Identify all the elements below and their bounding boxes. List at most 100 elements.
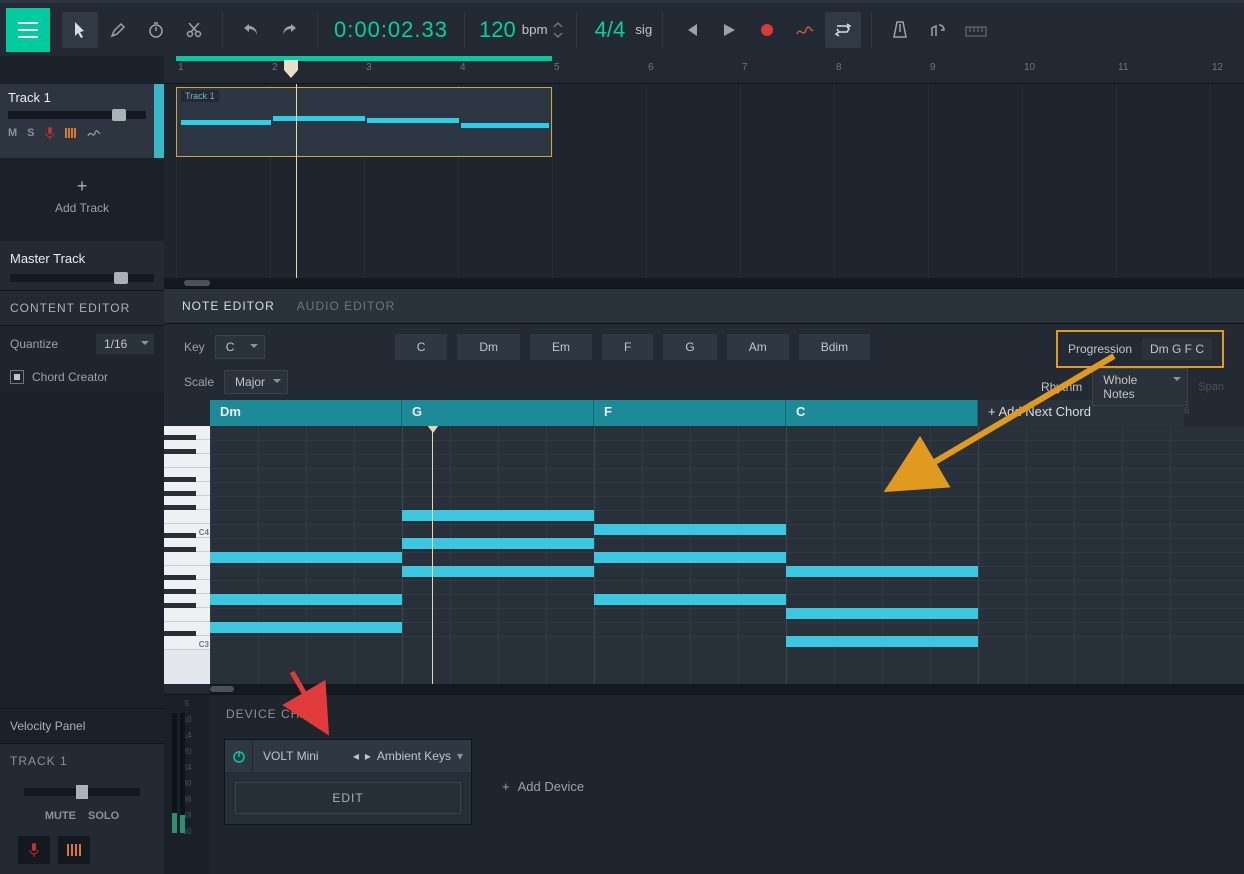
- midi-note[interactable]: [402, 510, 594, 521]
- chord-button[interactable]: Em: [530, 334, 592, 360]
- arrangement-area[interactable]: Track 1: [164, 84, 1244, 278]
- midi-note[interactable]: [402, 566, 594, 577]
- chord-button[interactable]: C: [395, 334, 448, 360]
- preset-name[interactable]: Ambient Keys: [377, 749, 451, 763]
- piano-keys[interactable]: C4 C3: [164, 426, 210, 684]
- midi-note[interactable]: [594, 552, 786, 563]
- tab-note-editor[interactable]: NOTE EDITOR: [182, 299, 275, 313]
- master-volume-slider[interactable]: [10, 274, 154, 282]
- track-solo-button[interactable]: SOLO: [88, 810, 119, 822]
- arrangement-scrollbar[interactable]: [164, 278, 1244, 288]
- ruler-tick: 2: [272, 62, 278, 73]
- track-mute-button[interactable]: MUTE: [45, 810, 76, 822]
- quantize-select[interactable]: 1/16: [96, 334, 154, 354]
- device-power-button[interactable]: [225, 740, 253, 772]
- track-solo[interactable]: S: [27, 127, 34, 139]
- play-button[interactable]: [711, 12, 747, 48]
- track-instrument-button[interactable]: [58, 836, 90, 864]
- ruler-tick: 3: [366, 62, 372, 73]
- key-label: Key: [184, 340, 205, 354]
- playhead[interactable]: [296, 84, 297, 278]
- track-instrument-icon[interactable]: [65, 127, 77, 139]
- level-meter: 5 10 14 20 24 30 36 48 60: [164, 695, 210, 874]
- track-automation-icon[interactable]: [87, 128, 101, 138]
- timeline-ruler[interactable]: 1 2 3 4 5 6 7 8 9 10 11 12: [164, 56, 1244, 84]
- playhead-handle[interactable]: [284, 60, 298, 80]
- preset-next-icon[interactable]: ▸: [365, 749, 371, 763]
- bpm-stepper[interactable]: [550, 12, 566, 48]
- redo-button[interactable]: [271, 12, 307, 48]
- ruler-tick: 1: [178, 62, 184, 73]
- key-select[interactable]: C: [215, 335, 265, 359]
- editor-playhead[interactable]: [432, 426, 433, 684]
- chevron-down-icon[interactable]: ▾: [457, 749, 463, 763]
- time-sig-value[interactable]: 4/4: [587, 17, 634, 43]
- chord-slot[interactable]: Dm: [210, 400, 402, 426]
- chord-button[interactable]: Am: [727, 334, 789, 360]
- ruler-tick: 4: [460, 62, 466, 73]
- chord-button[interactable]: G: [663, 334, 716, 360]
- midi-note[interactable]: [786, 608, 978, 619]
- chord-button[interactable]: Dm: [457, 334, 520, 360]
- midi-note[interactable]: [402, 538, 594, 549]
- track-arm-icon[interactable]: [45, 127, 55, 139]
- track-pan-slider[interactable]: [24, 788, 140, 796]
- track-arm-button[interactable]: [18, 836, 50, 864]
- cut-tool[interactable]: [176, 12, 212, 48]
- automation-button[interactable]: [787, 12, 823, 48]
- progression-highlight: Progression Dm G F C: [1056, 330, 1224, 368]
- device-box[interactable]: VOLT Mini ◂ ▸ Ambient Keys ▾ EDIT: [224, 739, 472, 825]
- piano-roll-grid[interactable]: [210, 426, 1244, 684]
- clip-label: Track 1: [181, 90, 219, 102]
- octave-label: C4: [199, 528, 209, 537]
- octave-label: C3: [199, 640, 209, 649]
- chord-button[interactable]: F: [602, 334, 653, 360]
- chord-slot[interactable]: G: [402, 400, 594, 426]
- track-volume-slider[interactable]: [8, 111, 146, 119]
- editor-scrollbar[interactable]: [210, 684, 1244, 694]
- device-edit-button[interactable]: EDIT: [235, 782, 461, 814]
- metronome-button[interactable]: [882, 12, 918, 48]
- midi-note[interactable]: [210, 552, 402, 563]
- rhythm-select[interactable]: Whole Notes: [1092, 368, 1188, 406]
- midi-note[interactable]: [210, 622, 402, 633]
- undo-button[interactable]: [233, 12, 269, 48]
- progression-label: Progression: [1068, 342, 1132, 356]
- master-track[interactable]: Master Track: [0, 241, 164, 290]
- ruler-tick: 9: [930, 62, 936, 73]
- record-button[interactable]: [749, 12, 785, 48]
- add-device-button[interactable]: + Add Device: [502, 779, 584, 794]
- track-header[interactable]: Track 1 M S: [0, 84, 164, 158]
- menu-button[interactable]: [6, 8, 50, 52]
- chord-creator-toggle[interactable]: Chord Creator: [0, 362, 164, 392]
- scale-select[interactable]: Major: [224, 370, 288, 394]
- add-track-button[interactable]: + Add Track: [0, 158, 164, 229]
- track-mute[interactable]: M: [8, 127, 17, 139]
- ruler-tick: 7: [742, 62, 748, 73]
- midi-keyboard-button[interactable]: [958, 12, 994, 48]
- midi-note[interactable]: [210, 594, 402, 605]
- midi-note[interactable]: [594, 524, 786, 535]
- to-start-button[interactable]: [673, 12, 709, 48]
- ruler-tick: 6: [648, 62, 654, 73]
- ruler-tick: 10: [1024, 62, 1035, 73]
- midi-note[interactable]: [786, 636, 978, 647]
- preset-prev-icon[interactable]: ◂: [353, 749, 359, 763]
- loop-region[interactable]: [176, 56, 552, 61]
- midi-note[interactable]: [594, 594, 786, 605]
- chord-button[interactable]: Bdim: [799, 334, 870, 360]
- midi-note[interactable]: [786, 566, 978, 577]
- timer-tool[interactable]: [138, 12, 174, 48]
- add-track-label: Add Track: [55, 201, 109, 215]
- tab-audio-editor[interactable]: AUDIO EDITOR: [297, 299, 395, 313]
- pencil-tool[interactable]: [100, 12, 136, 48]
- chord-slot[interactable]: C: [786, 400, 978, 426]
- bpm-value[interactable]: 120: [475, 17, 520, 43]
- tuning-button[interactable]: [920, 12, 956, 48]
- pointer-tool[interactable]: [62, 12, 98, 48]
- loop-button[interactable]: [825, 12, 861, 48]
- chord-slot[interactable]: F: [594, 400, 786, 426]
- progression-input[interactable]: Dm G F C: [1142, 338, 1212, 360]
- velocity-panel-label[interactable]: Velocity Panel: [0, 708, 164, 743]
- midi-clip[interactable]: Track 1: [176, 87, 552, 157]
